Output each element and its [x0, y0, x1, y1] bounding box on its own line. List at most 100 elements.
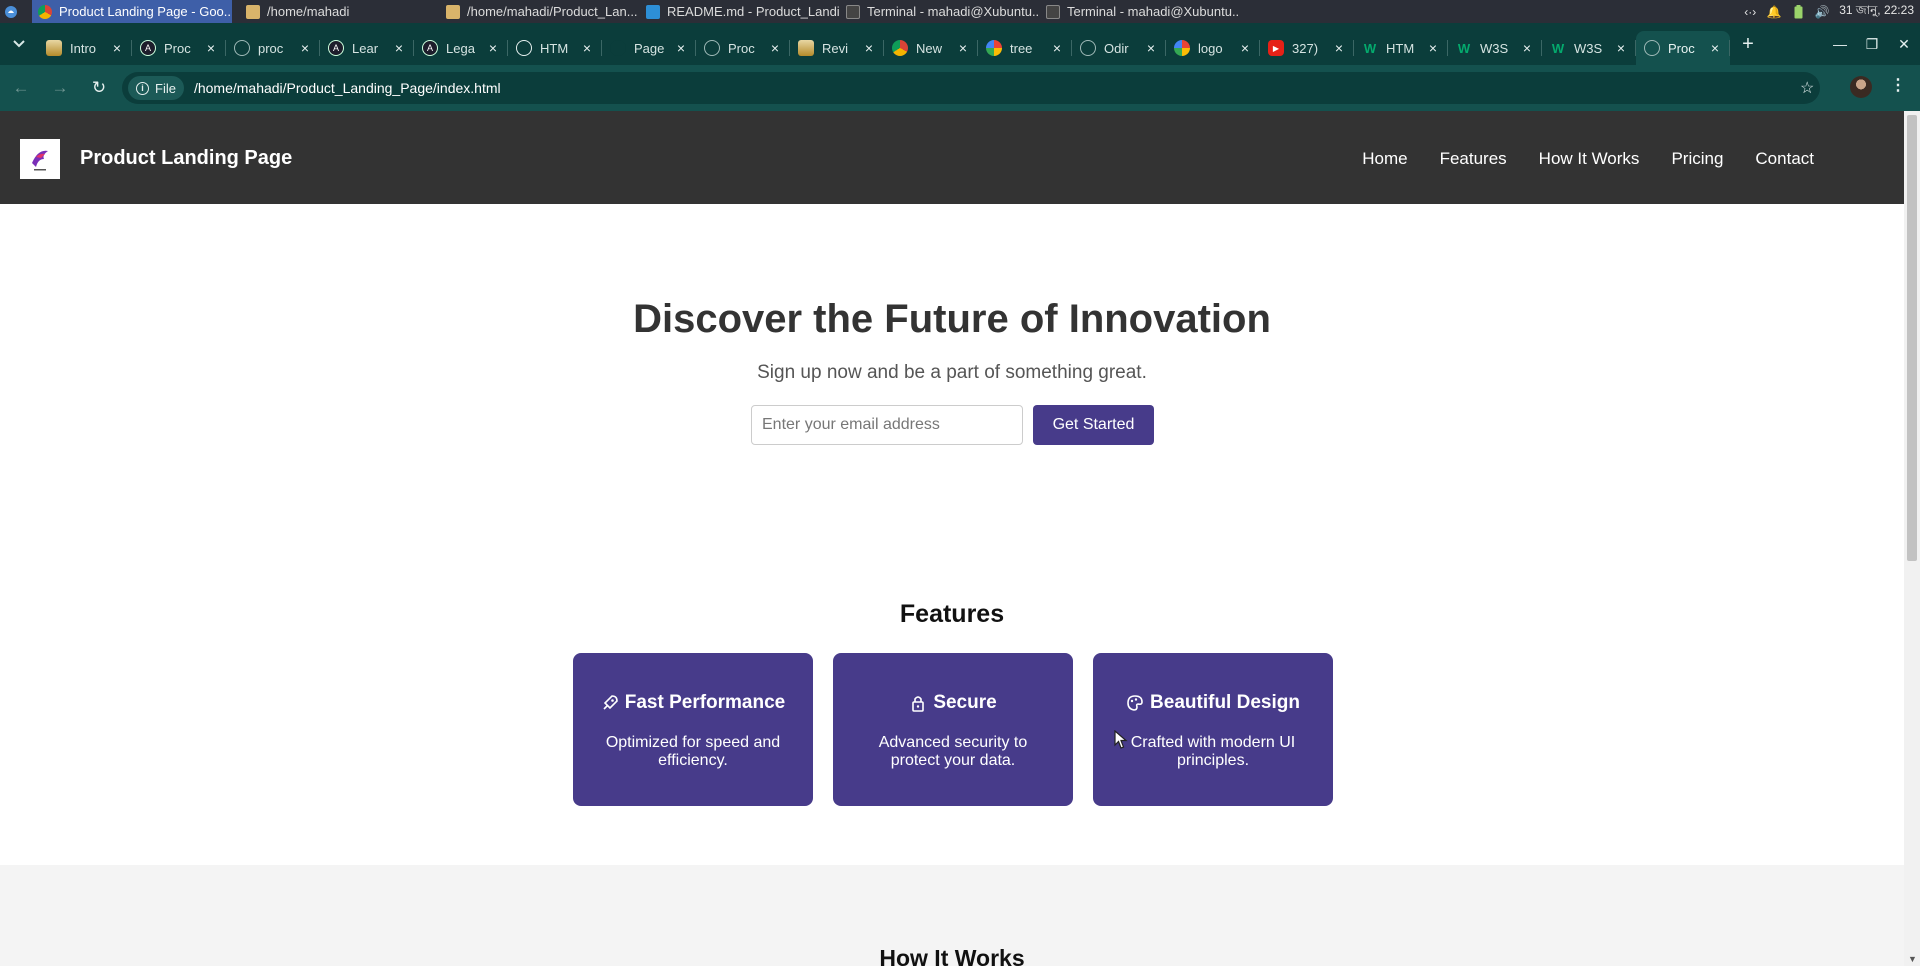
bookmark-star-icon[interactable]: ☆ [1800, 78, 1814, 98]
browser-tab[interactable]: A Lear × [320, 31, 414, 65]
browser-tab-label: tree [1010, 40, 1033, 56]
close-tab-icon[interactable]: × [1238, 40, 1252, 56]
clock[interactable]: 31 জানু, 22:23 [1839, 2, 1914, 22]
get-started-button[interactable]: Get Started [1033, 405, 1154, 445]
reload-icon[interactable]: ↻ [81, 70, 117, 106]
browser-tab-label: logo [1198, 40, 1223, 56]
angular-icon: A [328, 40, 344, 56]
taskbar-window-folder-home[interactable]: /home/mahadi [240, 0, 440, 23]
battery-icon[interactable] [1791, 4, 1805, 19]
maximize-icon[interactable]: ❐ [1856, 36, 1888, 53]
notification-bell-icon[interactable]: 🔔 [1767, 5, 1782, 19]
browser-tab[interactable]: W W3S × [1542, 31, 1636, 65]
browser-tab[interactable]: New × [884, 31, 978, 65]
feature-description: Crafted with modern UI principles. [1130, 734, 1296, 769]
browser-tab[interactable]: A Lega × [414, 31, 508, 65]
browser-tab-strip: Intro × A Proc × proc × A Lear × A Lega × HTM × Page × Pr… [0, 23, 1920, 65]
features-heading: Features [899, 600, 1005, 628]
close-tab-icon[interactable]: × [956, 40, 970, 56]
close-tab-icon[interactable]: × [674, 40, 688, 56]
taskbar-window-folder-project[interactable]: /home/mahadi/Product_Lan... [440, 0, 640, 23]
close-tab-icon[interactable]: × [580, 40, 594, 56]
browser-tab[interactable]: Intro × [38, 31, 132, 65]
close-tab-icon[interactable]: × [1426, 40, 1440, 56]
close-tab-icon[interactable]: × [486, 40, 500, 56]
browser-tab-label: Proc [1668, 40, 1695, 56]
taskbar-window-terminal-1[interactable]: Terminal - mahadi@Xubuntu... [840, 0, 1040, 23]
close-tab-icon[interactable]: × [768, 40, 782, 56]
close-tab-icon[interactable]: × [298, 40, 312, 56]
nav-link-pricing[interactable]: Pricing [1671, 149, 1723, 169]
feature-card-title: Beautiful Design [1093, 692, 1333, 714]
google-icon [1174, 40, 1190, 56]
taskbar-window-label: /home/mahadi [267, 4, 350, 19]
back-arrow-icon[interactable]: ← [3, 70, 39, 106]
browser-tab-label: 327) [1292, 40, 1319, 56]
taskbar-window-vscode[interactable]: README.md - Product_Landi... [640, 0, 840, 23]
browser-tab[interactable]: tree × [978, 31, 1072, 65]
forward-arrow-icon[interactable]: → [42, 70, 78, 106]
close-tab-icon[interactable]: × [392, 40, 406, 56]
close-tab-icon[interactable]: × [204, 40, 218, 56]
taskbar-window-label: Terminal - mahadi@Xubuntu... [1067, 4, 1240, 19]
url-text[interactable]: /home/mahadi/Product_Landing_Page/index.… [194, 80, 501, 96]
youtube-icon: ▶ [1268, 40, 1284, 56]
taskbar-window-chrome[interactable]: Product Landing Page - Goo... [32, 0, 232, 23]
nav-link-contact[interactable]: Contact [1755, 149, 1814, 169]
browser-tab-label: Lear [352, 40, 379, 56]
browser-tab[interactable]: ▶ 327) × [1260, 31, 1354, 65]
xubuntu-menu-icon[interactable] [0, 0, 22, 23]
site-info-chip[interactable]: i File [128, 76, 184, 100]
close-tab-icon[interactable]: × [1050, 40, 1064, 56]
site-title: Product Landing Page [80, 147, 293, 169]
info-icon: i [136, 81, 149, 95]
feature-description: Advanced security to protect your data. [878, 734, 1028, 769]
browser-tab[interactable]: proc × [226, 31, 320, 65]
browser-tab[interactable]: logo × [1166, 31, 1260, 65]
browser-tab[interactable]: Revi × [790, 31, 884, 65]
browser-tab-label: Revi [822, 40, 849, 56]
close-window-icon[interactable]: ✕ [1888, 36, 1920, 53]
browser-tab[interactable]: W W3S × [1448, 31, 1542, 65]
browser-tab[interactable]: W HTM × [1354, 31, 1448, 65]
close-tab-icon[interactable]: × [1614, 40, 1628, 56]
close-tab-icon[interactable]: × [862, 40, 876, 56]
address-bar[interactable]: i File /home/mahadi/Product_Landing_Page… [122, 72, 1820, 104]
nav-link-home[interactable]: Home [1362, 149, 1407, 169]
new-tab-button[interactable]: + [1730, 23, 1766, 65]
browser-tab[interactable]: A Proc × [132, 31, 226, 65]
page-scrollbar[interactable]: ▼ [1904, 111, 1920, 966]
email-input[interactable] [751, 405, 1023, 445]
browser-tab-label: proc [258, 40, 284, 56]
close-tab-icon[interactable]: × [1332, 40, 1346, 56]
taskbar-window-terminal-2[interactable]: Terminal - mahadi@Xubuntu... [1040, 0, 1240, 23]
tab-search-chevron-down-icon[interactable] [0, 23, 38, 65]
browser-tab[interactable]: Proc × [1636, 31, 1730, 65]
close-tab-icon[interactable]: × [1708, 40, 1722, 56]
scroll-down-arrow-icon[interactable]: ▼ [1908, 954, 1917, 964]
site-logo[interactable] [20, 139, 60, 179]
browser-tab[interactable]: Odir × [1072, 31, 1166, 65]
network-icon[interactable]: ‹·› [1743, 5, 1757, 19]
browser-tab[interactable]: Proc × [696, 31, 790, 65]
browser-tab[interactable]: Page × [602, 31, 696, 65]
nav-link-features[interactable]: Features [1440, 149, 1507, 169]
feature-description: Optimized for speed and efficiency. [605, 734, 781, 769]
chrome-icon [892, 40, 908, 56]
feature-title-text: Fast Performance [624, 692, 786, 713]
nav-link-how-it-works[interactable]: How It Works [1539, 149, 1640, 169]
close-tab-icon[interactable]: × [110, 40, 124, 56]
hero-title: Discover the Future of Innovation [633, 297, 1271, 341]
minimize-icon[interactable]: — [1824, 36, 1856, 52]
close-tab-icon[interactable]: × [1144, 40, 1158, 56]
feature-title-text: Secure [933, 692, 997, 713]
scrollbar-thumb[interactable] [1907, 115, 1917, 561]
browser-tab[interactable]: HTM × [508, 31, 602, 65]
w3schools-icon: W [1363, 40, 1377, 56]
volume-icon[interactable]: 🔊 [1815, 5, 1830, 19]
feature-card-title: Secure [833, 692, 1073, 714]
browser-menu-icon[interactable]: ⋮ [1890, 75, 1906, 95]
page-viewport: Product Landing Page Home Features How I… [0, 111, 1904, 966]
profile-avatar[interactable] [1850, 76, 1872, 98]
close-tab-icon[interactable]: × [1520, 40, 1534, 56]
